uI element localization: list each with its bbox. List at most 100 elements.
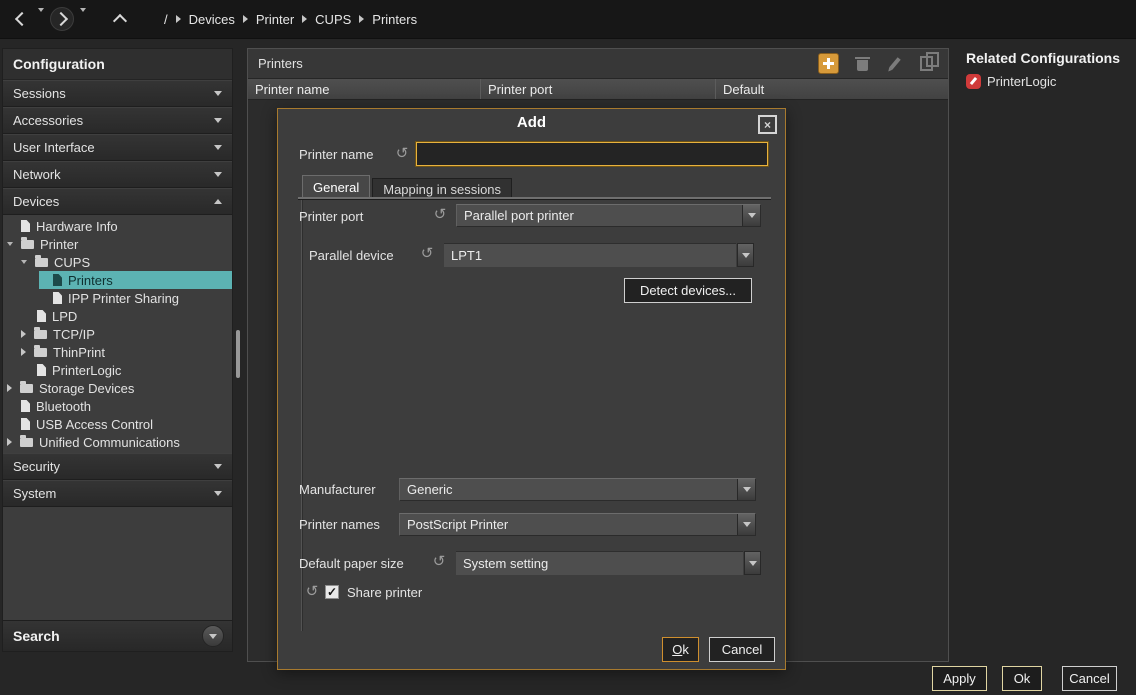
tree-item-printer[interactable]: Printer	[3, 235, 232, 253]
edit-printer-button[interactable]	[885, 54, 905, 74]
document-icon	[21, 220, 30, 232]
add-dialog: Add Printer name General Mapping in sess…	[277, 108, 786, 670]
reset-icon[interactable]	[418, 245, 436, 263]
breadcrumb-root[interactable]: /	[164, 12, 168, 27]
related-item-printerlogic[interactable]: PrinterLogic	[958, 72, 1134, 91]
sidebar-section-system[interactable]: System	[3, 480, 232, 507]
up-button[interactable]	[110, 9, 130, 29]
collapse-arrow-icon[interactable]	[21, 260, 27, 264]
reset-icon[interactable]	[393, 145, 411, 163]
dialog-cancel-button[interactable]: Cancel	[709, 637, 775, 662]
add-printer-button[interactable]	[818, 53, 839, 74]
sidebar-section-user-interface[interactable]: User Interface	[3, 134, 232, 161]
tree-item-bluetooth[interactable]: Bluetooth	[3, 397, 232, 415]
sidebar-scrollbar[interactable]	[236, 330, 240, 378]
related-configurations-panel: Related Configurations PrinterLogic	[958, 46, 1134, 91]
chevron-down-icon	[214, 464, 222, 469]
breadcrumb-item-printer[interactable]: Printer	[256, 12, 294, 27]
tree-item-storage-devices[interactable]: Storage Devices	[3, 379, 232, 397]
tree-item-label: CUPS	[54, 255, 90, 270]
sidebar-section-network[interactable]: Network	[3, 161, 232, 188]
parallel-device-input[interactable]	[444, 243, 736, 267]
chevron-down-icon	[38, 8, 44, 27]
dropdown-arrow-button[interactable]	[737, 514, 755, 535]
dialog-close-button[interactable]	[758, 115, 777, 134]
column-header-printer-port[interactable]: Printer port	[481, 79, 716, 99]
chevron-down-icon	[214, 91, 222, 96]
tab-general[interactable]: General	[302, 175, 370, 199]
printer-name-label: Printer name	[299, 146, 373, 164]
tree-item-label: ThinPrint	[53, 345, 105, 360]
reset-icon[interactable]	[431, 206, 449, 224]
folder-icon	[34, 348, 47, 357]
breadcrumb-item-cups[interactable]: CUPS	[315, 12, 351, 27]
column-header-printer-name[interactable]: Printer name	[248, 79, 481, 99]
tree-item-lpd[interactable]: LPD	[3, 307, 232, 325]
search-expand-button[interactable]	[202, 625, 224, 647]
printer-port-dropdown[interactable]: Parallel port printer	[456, 204, 761, 227]
collapse-arrow-icon[interactable]	[7, 242, 13, 246]
ok-button[interactable]: Ok	[1002, 666, 1042, 691]
sidebar-section-sessions[interactable]: Sessions	[3, 80, 232, 107]
sidebar-section-accessories[interactable]: Accessories	[3, 107, 232, 134]
sidebar-section-security[interactable]: Security	[3, 453, 232, 480]
chevron-up-icon	[214, 199, 222, 204]
tree-item-label: USB Access Control	[36, 417, 153, 432]
expand-arrow-icon[interactable]	[7, 384, 12, 392]
sidebar-section-devices[interactable]: Devices	[3, 188, 232, 215]
expand-arrow-icon[interactable]	[7, 438, 12, 446]
reset-icon[interactable]	[430, 553, 448, 571]
breadcrumb: / Devices Printer CUPS Printers	[164, 12, 417, 27]
tree-item-thinprint[interactable]: ThinPrint	[3, 343, 232, 361]
dialog-ok-button[interactable]: Ok	[662, 637, 699, 662]
printer-name-input[interactable]	[416, 142, 768, 166]
breadcrumb-item-devices[interactable]: Devices	[189, 12, 235, 27]
tree-item-cups[interactable]: CUPS	[3, 253, 232, 271]
breadcrumb-separator-icon	[243, 15, 248, 23]
parallel-device-label: Parallel device	[309, 247, 394, 265]
manufacturer-dropdown[interactable]: Generic	[399, 478, 756, 501]
tree-item-hardware-info[interactable]: Hardware Info	[3, 217, 232, 235]
dropdown-value: PostScript Printer	[400, 514, 737, 535]
delete-printer-button[interactable]	[852, 54, 872, 74]
combo-arrow-button[interactable]	[744, 551, 761, 575]
section-label: Devices	[13, 194, 59, 209]
expand-arrow-icon[interactable]	[21, 348, 26, 356]
configuration-title: Configuration	[3, 49, 232, 80]
forward-button[interactable]	[50, 7, 74, 31]
column-header-default[interactable]: Default	[716, 79, 948, 99]
default-paper-size-value[interactable]: System setting	[456, 551, 743, 575]
detect-devices-button[interactable]: Detect devices...	[624, 278, 752, 303]
tree-item-tcp-ip[interactable]: TCP/IP	[3, 325, 232, 343]
breadcrumb-item-printers[interactable]: Printers	[372, 12, 417, 27]
expand-arrow-icon[interactable]	[21, 330, 26, 338]
tree-item-printerlogic[interactable]: PrinterLogic	[3, 361, 232, 379]
cancel-button[interactable]: Cancel	[1062, 666, 1117, 691]
printers-toolbar	[818, 53, 938, 74]
combo-arrow-button[interactable]	[737, 243, 754, 267]
chevron-right-icon	[53, 12, 67, 26]
reset-icon[interactable]	[303, 583, 321, 601]
duplicate-printer-button[interactable]	[918, 54, 938, 74]
document-icon	[37, 364, 46, 376]
tree-item-usb-access-control[interactable]: USB Access Control	[3, 415, 232, 433]
back-button[interactable]	[12, 9, 32, 29]
apply-button[interactable]: Apply	[932, 666, 987, 691]
printers-table-header: Printer name Printer port Default	[248, 79, 948, 100]
section-label: Security	[13, 459, 60, 474]
printer-names-dropdown[interactable]: PostScript Printer	[399, 513, 756, 536]
dropdown-arrow-button[interactable]	[742, 205, 760, 226]
search-bar[interactable]: Search	[3, 620, 232, 651]
tab-mapping-in-sessions[interactable]: Mapping in sessions	[372, 178, 512, 199]
tree-item-unified-communications[interactable]: Unified Communications	[3, 433, 232, 451]
breadcrumb-separator-icon	[176, 15, 181, 23]
folder-icon	[20, 438, 33, 447]
forward-history-dropdown[interactable]	[80, 12, 86, 27]
tree-item-printers[interactable]: Printers	[3, 271, 232, 289]
document-icon	[21, 418, 30, 430]
back-history-dropdown[interactable]	[38, 12, 44, 27]
share-printer-checkbox[interactable]	[325, 585, 339, 599]
dropdown-arrow-button[interactable]	[737, 479, 755, 500]
tree-item-ipp-printer-sharing[interactable]: IPP Printer Sharing	[3, 289, 232, 307]
chevron-down-icon	[209, 634, 217, 639]
